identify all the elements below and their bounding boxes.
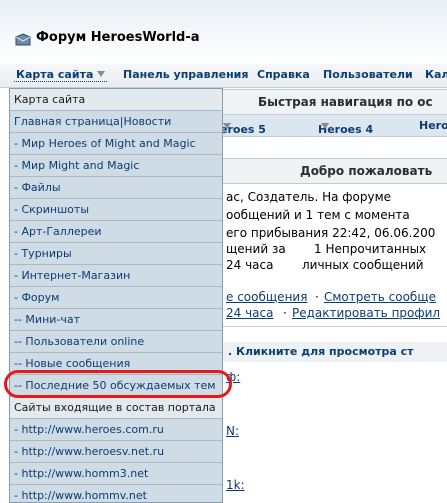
menu-item-label: -- Новые сообщения [14,357,131,370]
menu-item-label: - Арт-Галлереи [14,225,102,238]
quick-nav-bar[interactable]: Быстрая навигация по ос [222,89,447,115]
chevron-down-icon [321,123,329,129]
menu-item[interactable]: Главная страница|Новости [10,111,222,133]
divider [222,326,447,327]
menu-item-label: -- Мини-чат [14,313,81,326]
menu-item-label: - Форум [14,291,60,304]
welcome-line-4: щений за [226,242,286,256]
menu-item-label: -- Пользователи online [14,335,145,348]
stat-link[interactable]: 1k: [226,478,245,492]
menu-item[interactable]: - Мир Might and Magic [10,155,222,177]
info-bar-label: . Кликните для просмотра ст [228,345,414,358]
menu-item[interactable]: - http://www.heroes.com.ru [10,419,222,441]
sitemap-dropdown: Карта сайта Главная страница|Новости - М… [9,88,223,503]
stat-link[interactable]: N: [226,424,239,438]
menu-item[interactable]: - Файлы [10,177,222,199]
forum-icon [15,33,31,46]
menu-header-portal-label: Сайты входящие в состав портала [14,401,216,414]
menu-item-label: - Файлы [14,181,61,194]
welcome-title: Добро пожаловать [300,164,433,178]
menu-item[interactable]: - http://www.hommv.net [10,485,222,502]
menu-header-sitemap-label: Карта сайта [14,93,86,106]
menu-item-label: - Скриншоты [14,203,90,216]
link-edit-profile[interactable]: Редактировать профил [292,306,440,320]
nav-help[interactable]: Справка [257,68,310,81]
menu-item[interactable]: -- Пользователи online [10,331,222,353]
menu-item[interactable]: - Скриншоты [10,199,222,221]
menu-item-label: - http://www.heroes.com.ru [14,423,164,436]
quick-nav-label: Быстрая навигация по ос [258,95,433,109]
nav-users[interactable]: Пользователи [323,68,413,81]
menu-item-label: - http://www.homm3.net [14,467,149,480]
title-bar: Форум HeroesWorld-a [0,0,447,64]
nav-sitemap[interactable]: Карта сайта [14,68,108,82]
menu-item-label: - http://www.hommv.net [14,489,147,502]
welcome-private: личных сообщений [302,258,424,272]
menu-item-label: - http://www.heroesv.net.ru [14,445,165,458]
nav-calendar[interactable]: Кал [425,68,447,81]
separator-dot: · [315,290,319,304]
welcome-bar: Добро пожаловать [222,158,447,184]
chevron-down-icon [223,123,231,129]
menu-item-label: - Турниры [14,247,72,260]
menu-item[interactable]: - Мир Heroes of Might and Magic [10,133,222,155]
menu-item[interactable]: - Форум [10,287,222,309]
heroes-tabs: eroes 5 Heroes 4 Hero [220,115,447,137]
menu-header-portal: Сайты входящие в состав портала [10,397,222,419]
menu-item[interactable]: - http://www.homm3.net [10,463,222,485]
nav-sitemap-label: Карта сайта [16,68,94,81]
welcome-line-2: ообщений и 1 тем с момента [226,208,410,222]
link-new-posts[interactable]: е сообщения [226,290,307,304]
menu-item[interactable]: -- Мини-чат [10,309,222,331]
menu-item-label: Главная страница|Новости [14,115,172,128]
welcome-unread: 1 Непрочитанных [314,242,427,256]
chevron-down-icon [97,71,106,77]
tab-heroes-other[interactable]: Hero [419,119,447,132]
page-title: Форум HeroesWorld-a [36,30,200,45]
menu-item[interactable]: - Интернет-Магазин [10,265,222,287]
menu-header-sitemap: Карта сайта [10,89,222,111]
welcome-line-3: его прибывания 22:42, 06.06.200 [226,226,436,240]
annotation-highlight [4,370,232,398]
info-bar[interactable]: . Кликните для просмотра ст [222,342,447,362]
menu-item[interactable]: - Турниры [10,243,222,265]
menu-item[interactable]: - Арт-Галлереи [10,221,222,243]
link-view-posts[interactable]: Смотреть сообще [324,290,436,304]
nav-bar: Карта сайта Панель управления Справка По… [0,64,447,88]
separator-dot: · [283,306,287,320]
menu-item-label: - Интернет-Магазин [14,269,131,282]
welcome-line-1: ас, Создатель. На форуме [226,190,392,204]
nav-control-panel[interactable]: Панель управления [123,68,248,81]
menu-item[interactable]: - http://www.heroesv.net.ru [10,441,222,463]
link-24h[interactable]: 24 часа [226,306,273,320]
menu-item-label: - Мир Heroes of Might and Magic [14,137,196,150]
menu-item-label: - Мир Might and Magic [14,159,140,172]
welcome-line-5: 24 часа [226,258,274,272]
